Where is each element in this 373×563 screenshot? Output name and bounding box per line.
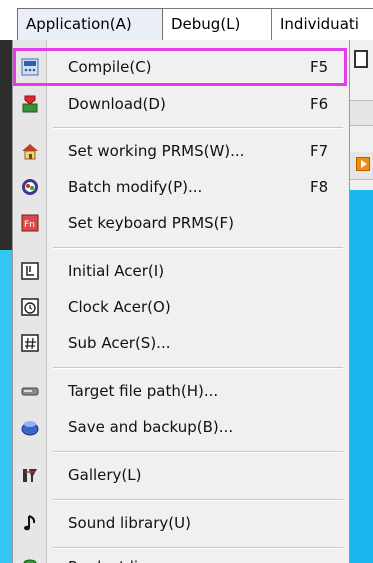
clock-icon — [21, 298, 39, 316]
drive-icon — [21, 382, 39, 400]
menu-item-label: Product license — [68, 550, 182, 563]
menu-item-batch-modify[interactable]: Batch modify(P)... F8 — [13, 170, 349, 204]
menu-item-target-file-path[interactable]: Target file path(H)... — [13, 374, 349, 408]
menu-item-label: Sub Acer(S)... — [68, 334, 171, 352]
menu-separator — [53, 451, 343, 453]
menu-item-label: Target file path(H)... — [68, 382, 219, 400]
background-window-right-edge — [350, 40, 373, 563]
music-note-icon — [21, 514, 39, 532]
menubar: Application(A) Debug(L) Individuati — [0, 0, 373, 40]
menu-separator — [53, 499, 343, 501]
background-window-left-edge — [0, 40, 12, 563]
keyboard-fn-icon: Fn — [21, 214, 39, 232]
menu-item-product-license[interactable]: Product license — [13, 550, 349, 563]
menu-item-label: Batch modify(P)... — [68, 178, 203, 196]
backup-icon — [21, 418, 39, 436]
application-dropdown-menu: Compile(C) F5 Download(D) F6 Set working… — [12, 40, 350, 563]
shortcut-label: F8 — [310, 178, 329, 196]
menu-item-label: Compile(C) — [68, 58, 152, 76]
menu-item-sound-library[interactable]: Sound library(U) — [13, 506, 349, 540]
shortcut-label: F7 — [310, 142, 329, 160]
shortcut-label: F5 — [310, 58, 329, 76]
menu-item-download[interactable]: Download(D) F6 — [13, 87, 349, 121]
background-toolbar — [350, 100, 373, 126]
menu-item-initial-acer[interactable]: Initial Acer(I) — [13, 254, 349, 288]
background-canvas — [350, 190, 373, 563]
menu-item-label: Initial Acer(I) — [68, 262, 165, 280]
menu-item-label: Gallery(L) — [68, 466, 142, 484]
menu-separator — [53, 127, 343, 129]
menu-item-set-keyboard-prms[interactable]: Fn Set keyboard PRMS(F) — [13, 206, 349, 240]
menu-item-label: Set keyboard PRMS(F) — [68, 214, 235, 232]
menu-item-label: Sound library(U) — [68, 514, 191, 532]
menu-debug[interactable]: Debug(L) — [163, 8, 272, 40]
menu-item-compile[interactable]: Compile(C) F5 — [13, 50, 349, 84]
menu-item-sub-acer[interactable]: Sub Acer(S)... — [13, 326, 349, 360]
menu-separator — [53, 247, 343, 249]
svg-text:Fn: Fn — [24, 220, 35, 230]
license-icon — [21, 558, 39, 563]
initial-icon — [21, 262, 39, 280]
menu-separator — [53, 547, 343, 549]
menu-item-gallery[interactable]: Gallery(L) — [13, 458, 349, 492]
menu-item-label: Download(D) — [68, 95, 166, 113]
menu-item-label: Clock Acer(O) — [68, 298, 171, 316]
house-icon — [21, 142, 39, 160]
play-icon — [356, 157, 370, 171]
menu-item-label: Save and backup(B)... — [68, 418, 234, 436]
document-icon — [354, 50, 368, 68]
menu-item-set-working-prms[interactable]: Set working PRMS(W)... F7 — [13, 134, 349, 168]
menu-separator — [53, 367, 343, 369]
menu-individuation[interactable]: Individuati — [272, 8, 373, 40]
gallery-icon — [21, 466, 39, 484]
menu-item-label: Set working PRMS(W)... — [68, 142, 245, 160]
menu-item-clock-acer[interactable]: Clock Acer(O) — [13, 290, 349, 324]
download-icon — [21, 95, 39, 113]
hash-icon — [21, 334, 39, 352]
shortcut-label: F6 — [310, 95, 329, 113]
menu-application[interactable]: Application(A) — [17, 8, 163, 40]
batch-icon — [21, 178, 39, 196]
compile-icon — [21, 58, 39, 76]
menu-item-save-and-backup[interactable]: Save and backup(B)... — [13, 410, 349, 444]
